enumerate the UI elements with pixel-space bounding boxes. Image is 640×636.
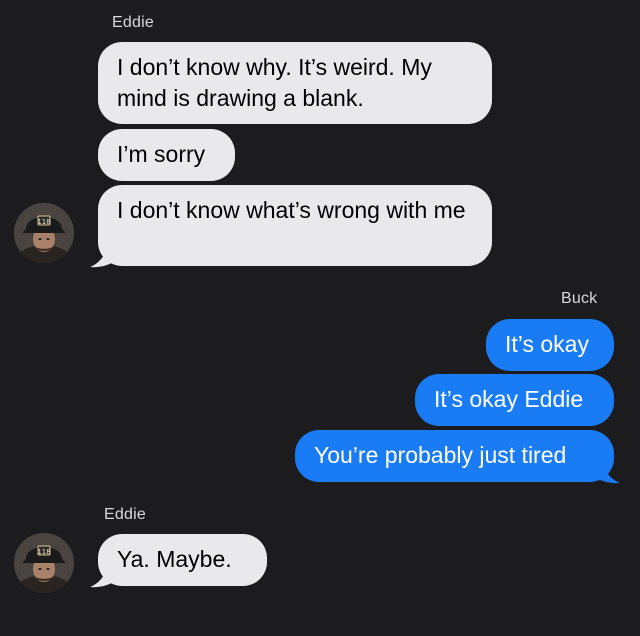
firefighter-avatar-icon[interactable]: 118 [14, 203, 74, 263]
bubble-tail-icon [90, 244, 116, 268]
sender-name-eddie: Eddie [112, 14, 154, 31]
sender-name-eddie: Eddie [104, 506, 146, 523]
received-message-bubble[interactable]: I don’t know what’s wrong with me [98, 185, 492, 266]
message-thread: Eddie I don’t know why. It’s weird. My m… [0, 0, 640, 636]
bubble-tail-icon [90, 564, 116, 588]
sent-message-bubble[interactable]: You’re probably just tired [295, 430, 614, 482]
sent-message-bubble[interactable]: It’s okay [486, 319, 614, 371]
sent-message-bubble[interactable]: It’s okay Eddie [415, 374, 614, 426]
bubble-tail-icon [594, 460, 620, 484]
received-message-bubble[interactable]: I don’t know why. It’s weird. My mind is… [98, 42, 492, 124]
received-message-bubble[interactable]: Ya. Maybe. [98, 534, 267, 586]
sender-name-buck: Buck [561, 290, 598, 307]
firefighter-avatar-icon[interactable]: 118 [14, 533, 74, 593]
svg-text:118: 118 [37, 218, 50, 226]
svg-text:118: 118 [37, 548, 50, 556]
received-message-bubble[interactable]: I’m sorry [98, 129, 235, 181]
